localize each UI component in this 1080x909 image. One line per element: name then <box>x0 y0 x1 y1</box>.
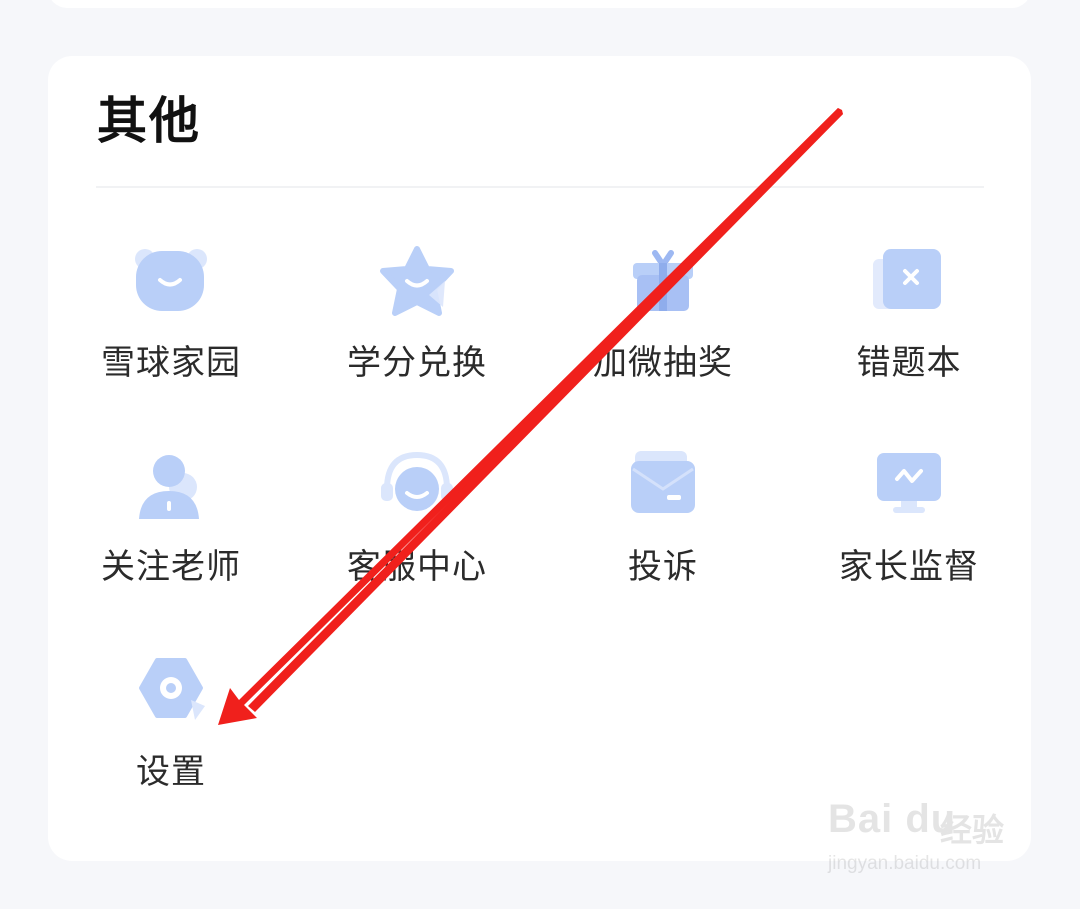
menu-item-credit-exchange[interactable]: 学分兑换 <box>317 245 517 395</box>
gear-icon <box>133 654 209 730</box>
menu-item-parental-supervision[interactable]: 家长监督 <box>809 449 1009 599</box>
menu-item-wrong-question-book[interactable]: 错题本 <box>809 245 1009 395</box>
teacher-icon <box>133 449 209 525</box>
previous-card <box>48 0 1031 8</box>
menu-item-label: 雪球家园 <box>101 343 241 383</box>
envelope-icon <box>625 449 701 525</box>
menu-item-label: 客服中心 <box>347 547 487 587</box>
section-title: 其他 <box>97 92 201 150</box>
menu-item-label: 关注老师 <box>101 547 241 587</box>
error-book-icon <box>871 245 947 321</box>
baidu-watermark: Bai du 经验 jingyan.baidu.com <box>828 793 1028 883</box>
gift-icon <box>625 245 701 321</box>
menu-item-label: 设置 <box>136 752 206 792</box>
menu-item-label: 错题本 <box>856 343 962 383</box>
section-divider <box>96 186 984 188</box>
menu-item-label: 学分兑换 <box>347 343 487 383</box>
menu-item-label: 家长监督 <box>839 547 979 587</box>
bear-icon <box>133 245 209 321</box>
menu-item-snowball-home[interactable]: 雪球家园 <box>71 245 271 395</box>
menu-item-wechat-lottery[interactable]: 加微抽奖 <box>563 245 763 395</box>
menu-item-settings[interactable]: 设置 <box>71 654 271 804</box>
star-icon <box>379 245 455 321</box>
watermark-brand: Bai du <box>828 797 957 841</box>
menu-item-label: 加微抽奖 <box>593 343 733 383</box>
menu-item-complaint[interactable]: 投诉 <box>563 449 763 599</box>
watermark-url: jingyan.baidu.com <box>828 853 982 874</box>
headset-icon <box>379 449 455 525</box>
menu-item-follow-teacher[interactable]: 关注老师 <box>71 449 271 599</box>
menu-item-customer-service[interactable]: 客服中心 <box>317 449 517 599</box>
watermark-product: 经验 <box>940 811 1005 849</box>
monitor-icon <box>871 449 947 525</box>
menu-item-label: 投诉 <box>628 547 698 587</box>
